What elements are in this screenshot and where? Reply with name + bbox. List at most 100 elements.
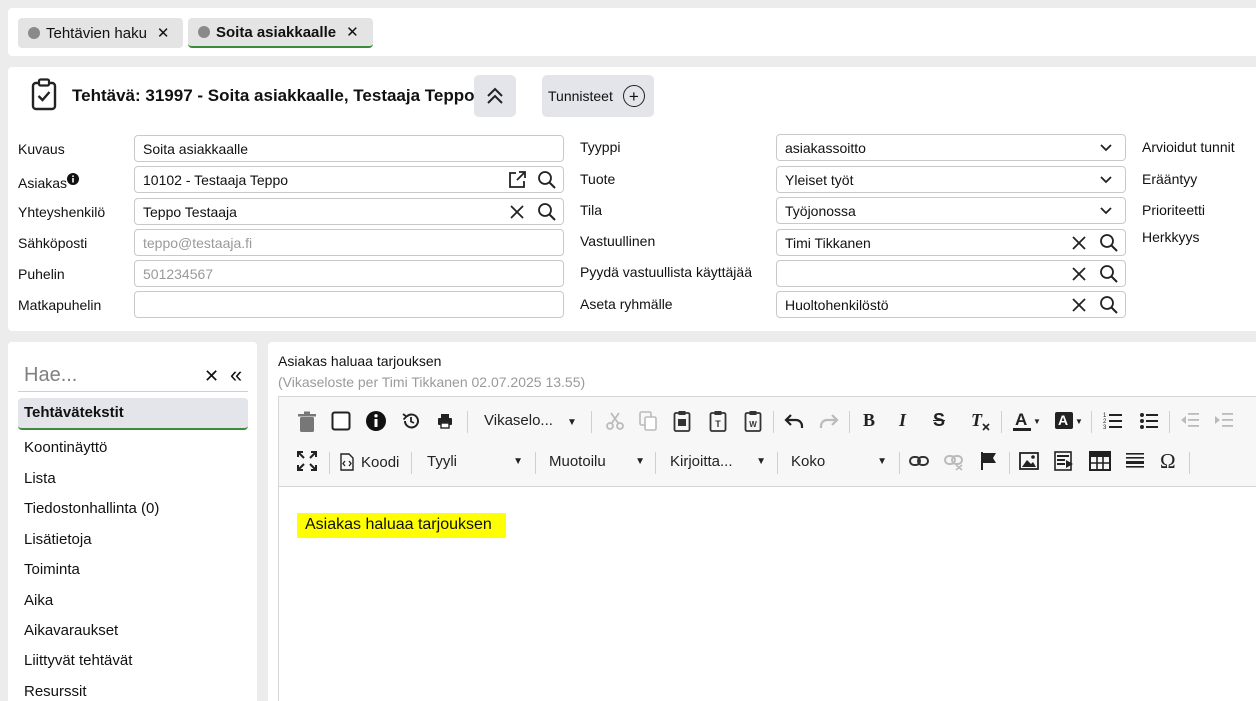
- vikaseloste-dropdown[interactable]: Vikaselo... ▼: [484, 412, 577, 429]
- yhteyshenkilo-field[interactable]: Teppo Testaaja: [134, 198, 564, 225]
- paste-word-icon[interactable]: W: [744, 410, 762, 432]
- collapse-header-button[interactable]: [474, 75, 516, 117]
- copy-icon[interactable]: [639, 411, 657, 431]
- clear-icon[interactable]: [1069, 264, 1089, 284]
- info-icon[interactable]: [365, 410, 387, 432]
- external-link-icon[interactable]: [507, 170, 527, 190]
- bold-button[interactable]: B: [863, 410, 875, 431]
- sidebar-item-resurssit[interactable]: Resurssit: [24, 683, 87, 700]
- history-icon[interactable]: [401, 411, 421, 431]
- chevron-down-icon: [1100, 207, 1112, 215]
- label-yhteyshenkilo: Yhteyshenkilö: [18, 204, 106, 220]
- sidebar-search[interactable]: Hae... ✕ «: [18, 360, 248, 392]
- puhelin-placeholder: 501234567: [143, 265, 214, 282]
- close-icon[interactable]: ✕: [157, 24, 170, 42]
- aseta-ryhmalle-field[interactable]: Huoltohenkilöstö: [776, 291, 1126, 318]
- maximize-icon[interactable]: [297, 451, 317, 471]
- svg-text:T: T: [715, 419, 721, 429]
- close-icon[interactable]: ✕: [346, 23, 359, 41]
- sidebar-item-liittyvat-tehtavat[interactable]: Liittyvät tehtävät: [24, 652, 132, 669]
- sidebar-item-aikavaraukset[interactable]: Aikavaraukset: [24, 622, 118, 639]
- clear-icon[interactable]: [507, 202, 527, 222]
- sidebar-item-toiminta[interactable]: Toiminta: [24, 561, 80, 578]
- indent-icon[interactable]: [1214, 410, 1234, 430]
- trash-icon[interactable]: [297, 411, 317, 433]
- clear-icon[interactable]: [1069, 295, 1089, 315]
- sidebar-item-tehtavatekstit[interactable]: Tehtävätekstit: [24, 404, 124, 421]
- checkbox-icon[interactable]: [331, 411, 351, 431]
- search-icon[interactable]: [1099, 295, 1119, 315]
- clear-search-icon[interactable]: ✕: [204, 366, 219, 387]
- background-color-icon[interactable]: A ▼: [1054, 410, 1084, 432]
- print-icon[interactable]: [437, 413, 453, 429]
- text-color-icon[interactable]: A ▼: [1012, 410, 1042, 432]
- svg-text:A: A: [1058, 412, 1068, 428]
- label-vastuullinen: Vastuullinen: [580, 233, 656, 249]
- table-icon[interactable]: [1089, 451, 1111, 471]
- vastuullinen-field[interactable]: Timi Tikkanen: [776, 229, 1126, 256]
- sidebar-item-tiedostonhallinta[interactable]: Tiedostonhallinta (0): [24, 500, 159, 517]
- redo-icon[interactable]: [819, 412, 839, 430]
- sidebar-item-aika[interactable]: Aika: [24, 592, 53, 609]
- size-dropdown[interactable]: Koko ▼: [791, 453, 887, 470]
- source-code-button[interactable]: Koodi: [339, 453, 399, 471]
- tags-button[interactable]: Tunnisteet +: [542, 75, 654, 117]
- clear-icon[interactable]: [1069, 233, 1089, 253]
- special-character-button[interactable]: Ω: [1160, 449, 1176, 474]
- paste-icon[interactable]: [673, 410, 691, 432]
- italic-button[interactable]: I: [899, 410, 906, 431]
- strikethrough-button[interactable]: S: [933, 410, 945, 431]
- search-icon[interactable]: [537, 202, 557, 222]
- sahkoposti-field[interactable]: teppo@testaaja.fi: [134, 229, 564, 256]
- sidebar-item-koontinaytto[interactable]: Koontinäyttö: [24, 439, 107, 456]
- anchor-flag-icon[interactable]: [979, 451, 999, 471]
- link-icon[interactable]: [909, 453, 929, 469]
- tyyppi-select[interactable]: asiakassoitto: [776, 134, 1126, 161]
- remove-format-icon[interactable]: T: [969, 410, 991, 432]
- collapse-sidebar-icon[interactable]: «: [230, 362, 242, 388]
- svg-text:W: W: [749, 420, 757, 429]
- highlighted-text[interactable]: Asiakas haluaa tarjouksen: [297, 513, 506, 538]
- size-label: Koko: [791, 453, 826, 470]
- undo-icon[interactable]: [784, 412, 804, 430]
- kuvaus-field[interactable]: Soita asiakkaalle: [134, 135, 564, 162]
- search-icon[interactable]: [1099, 233, 1119, 253]
- format-label: Muotoilu: [549, 453, 606, 470]
- double-chevron-up-icon: [487, 87, 503, 104]
- tuote-select[interactable]: Yleiset työt: [776, 166, 1126, 193]
- info-icon[interactable]: [67, 173, 80, 185]
- clipboard-check-icon: [31, 78, 57, 111]
- tila-value: Työjonossa: [785, 202, 856, 219]
- tab-label: Soita asiakkaalle: [216, 23, 337, 41]
- format-dropdown[interactable]: Muotoilu ▼: [549, 453, 645, 470]
- status-dot-icon: [28, 27, 40, 39]
- unlink-icon[interactable]: [944, 453, 964, 471]
- paste-text-icon[interactable]: T: [709, 410, 727, 432]
- bullet-list-icon[interactable]: [1139, 410, 1159, 430]
- sidebar-item-lisatietoja[interactable]: Lisätietoja: [24, 531, 92, 548]
- tila-select[interactable]: Työjonossa: [776, 197, 1126, 224]
- cut-icon[interactable]: [605, 411, 625, 431]
- tyyppi-value: asiakassoitto: [785, 139, 866, 156]
- style-dropdown[interactable]: Tyyli ▼: [427, 453, 523, 470]
- horizontal-rule-icon[interactable]: [1125, 451, 1145, 471]
- toolbar-separator: [655, 452, 656, 474]
- outdent-icon[interactable]: [1180, 410, 1200, 430]
- matkapuhelin-field[interactable]: [134, 291, 564, 318]
- editor-content-area[interactable]: Asiakas haluaa tarjouksen: [278, 486, 1256, 701]
- pyyda-vastuullista-field[interactable]: [776, 260, 1126, 287]
- label-eraantyy: Erääntyy: [1142, 171, 1198, 187]
- numbered-list-icon[interactable]: 123: [1103, 410, 1123, 430]
- puhelin-field[interactable]: 501234567: [134, 260, 564, 287]
- image-icon[interactable]: [1019, 451, 1039, 471]
- search-input[interactable]: Hae...: [24, 364, 77, 387]
- tab-soita-asiakkaalle[interactable]: Soita asiakkaalle ✕: [188, 18, 373, 48]
- sidebar-item-lista[interactable]: Lista: [24, 470, 56, 487]
- media-embed-icon[interactable]: [1054, 451, 1074, 471]
- chevron-down-icon: [1100, 144, 1112, 152]
- search-icon[interactable]: [1099, 264, 1119, 284]
- search-icon[interactable]: [537, 170, 557, 190]
- asiakas-field[interactable]: 10102 - Testaaja Teppo: [134, 166, 564, 193]
- tab-tehtavien-haku[interactable]: Tehtävien haku ✕: [18, 18, 183, 48]
- font-dropdown[interactable]: Kirjoitta... ▼: [670, 453, 766, 470]
